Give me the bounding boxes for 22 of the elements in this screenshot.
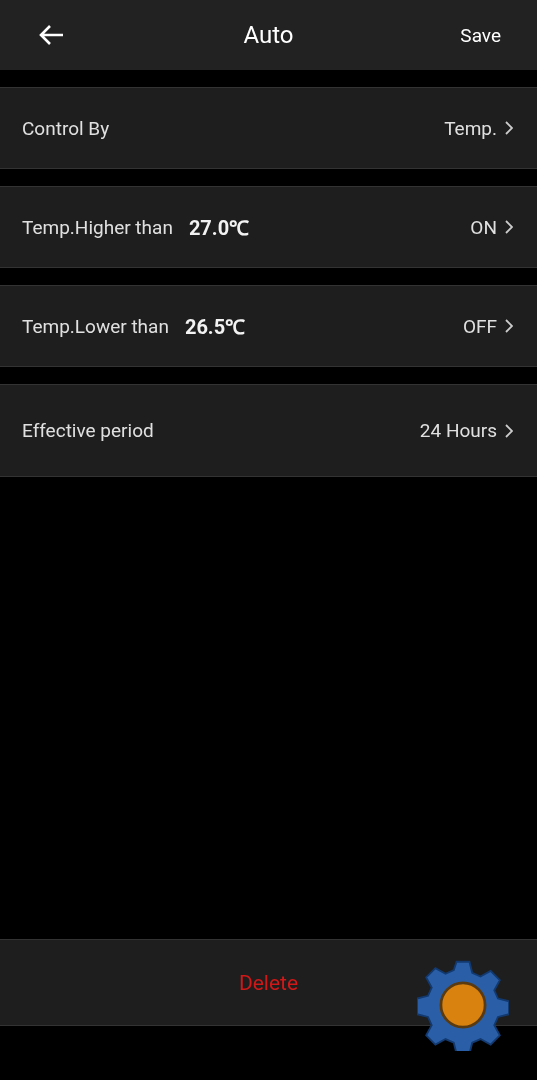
back-arrow-icon[interactable]: [38, 24, 64, 46]
setting-row[interactable]: Temp.Higher than 27.0℃ ON: [0, 186, 537, 268]
setting-label: Effective period: [22, 419, 154, 442]
setting-value: OFF: [462, 314, 497, 338]
setting-row[interactable]: Control By Temp.: [0, 87, 537, 169]
setting-label: Control By: [22, 116, 110, 140]
page-title: Auto: [243, 21, 294, 49]
setting-value: Temp.: [444, 116, 497, 140]
chevron-right-icon: [505, 121, 513, 135]
setting-row[interactable]: Temp.Lower than 26.5℃ OFF: [0, 285, 537, 367]
chevron-right-icon: [505, 220, 513, 234]
save-button[interactable]: Save: [446, 19, 515, 51]
setting-label: Temp.Lower than: [22, 314, 169, 338]
setting-value: ON: [470, 215, 497, 239]
setting-row[interactable]: Effective period 24 Hours: [0, 384, 537, 477]
gear-icon[interactable]: [417, 959, 509, 1051]
chevron-right-icon: [505, 319, 513, 333]
setting-label: Temp.Higher than: [22, 215, 173, 239]
temperature-value: 26.5℃: [184, 313, 246, 340]
temperature-value: 27.0℃: [188, 214, 250, 241]
chevron-right-icon: [505, 423, 513, 438]
setting-value: 24 Hours: [419, 419, 497, 442]
